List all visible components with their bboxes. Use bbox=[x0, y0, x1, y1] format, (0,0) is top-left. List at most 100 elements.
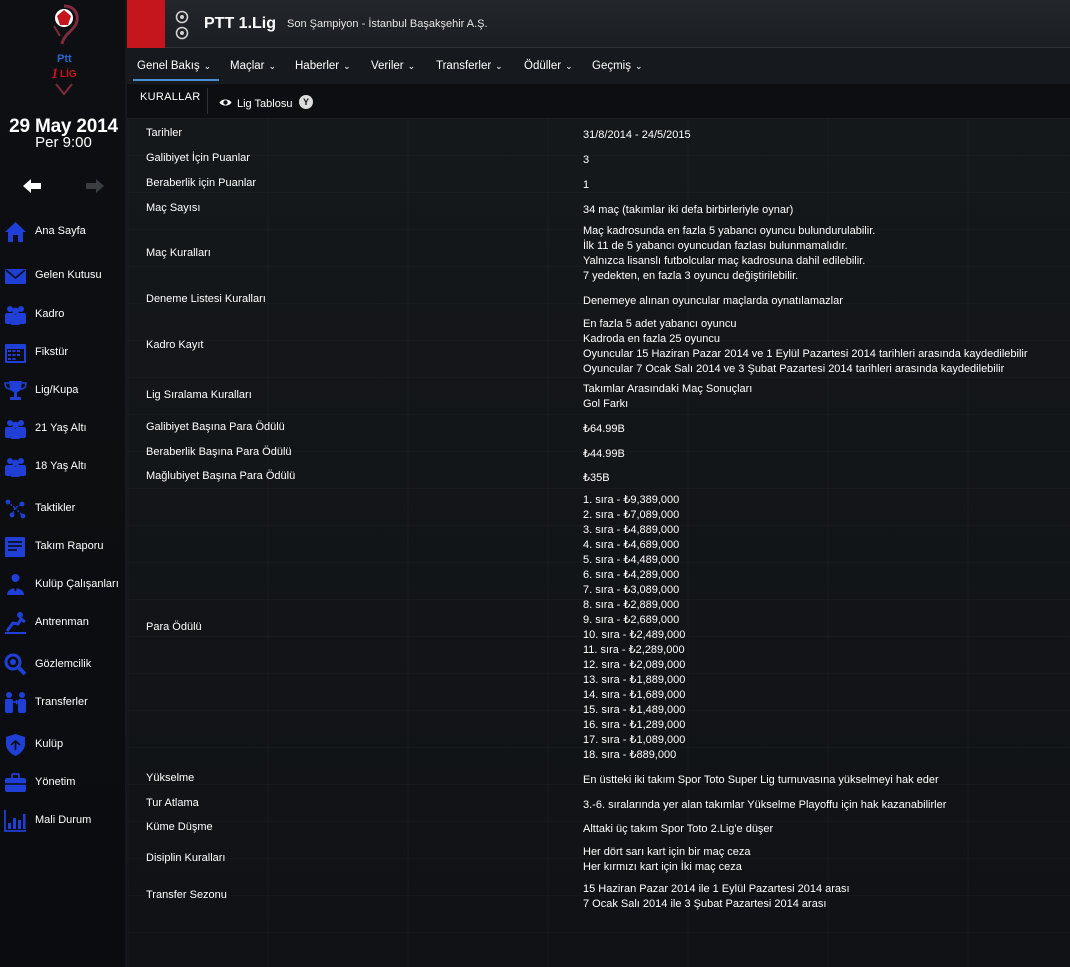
forward-arrow-icon[interactable] bbox=[85, 178, 105, 194]
chevron-down-icon: ⌄ bbox=[407, 61, 416, 71]
page-title: PTT 1.Lig bbox=[204, 15, 276, 32]
rule-label: Lig Sıralama Kuralları bbox=[146, 389, 252, 401]
rule-value-line: ₺44.99B bbox=[583, 448, 625, 460]
rule-value-line: 4. sıra - ₺4,689,000 bbox=[583, 539, 680, 551]
rule-value-line: Alttaki üç takım Spor Toto 2.Lig'e düşer bbox=[583, 823, 774, 835]
menu-item[interactable]: Haberler ⌄ bbox=[295, 60, 351, 72]
rule-label: Küme Düşme bbox=[146, 821, 213, 833]
rule-value-line: 5. sıra - ₺4,489,000 bbox=[583, 554, 680, 566]
rule-value: En üstteki iki takım Spor Toto Super Lig… bbox=[583, 773, 939, 788]
rule-value-line: Takımlar Arasındaki Maç Sonuçları bbox=[583, 383, 753, 395]
sidebar-item[interactable]: Kulüp bbox=[0, 730, 127, 760]
rule-value-line: 1. sıra - ₺9,389,000 bbox=[583, 494, 680, 506]
sidebar-item[interactable]: Antrenman bbox=[0, 608, 127, 638]
chevron-down-icon: ⌄ bbox=[565, 61, 573, 71]
rule-label: Tur Atlama bbox=[146, 797, 199, 809]
rule-value-line: 3 bbox=[583, 154, 590, 166]
sidebar-item[interactable]: Transferler bbox=[0, 688, 127, 718]
sidebar-item-label: Ana Sayfa bbox=[35, 225, 86, 237]
rule-value-line: Gol Farkı bbox=[583, 398, 629, 410]
menu-item-label: Haberler bbox=[295, 60, 340, 72]
sidebar-item-label: Lig/Kupa bbox=[35, 384, 79, 396]
sidebar-item[interactable]: Kadro bbox=[0, 300, 127, 330]
home-icon bbox=[5, 222, 26, 242]
rule-value-line: Denemeye alınan oyuncular maçlarda oynat… bbox=[583, 295, 843, 307]
rule-value-line: Yalnızca lisanslı futbolcular maç kadros… bbox=[583, 255, 866, 267]
sidebar-item[interactable]: Ana Sayfa bbox=[0, 217, 127, 247]
sidebar-item[interactable]: Fikstür bbox=[0, 338, 127, 368]
rule-value-line: Her dört sarı kart için bir maç ceza bbox=[583, 846, 751, 858]
tab-league-table[interactable]: Lig Tablosu bbox=[237, 98, 292, 110]
sidebar-item[interactable]: Takım Raporu bbox=[0, 532, 127, 562]
rule-value: Alttaki üç takım Spor Toto 2.Lig'e düşer bbox=[583, 822, 773, 837]
tab-divider bbox=[207, 88, 208, 114]
menu-item-label: Ödüller bbox=[524, 60, 562, 72]
menu-item-label: Maçlar bbox=[230, 60, 265, 72]
rule-value-line: 7 Ocak Salı 2014 ile 3 Şubat Pazartesi 2… bbox=[583, 898, 827, 910]
rule-value-line: 12. sıra - ₺2,089,000 bbox=[583, 659, 686, 671]
rule-value: ₺64.99B bbox=[583, 422, 625, 437]
back-arrow-icon[interactable] bbox=[22, 178, 42, 194]
rule-value-line: 7 yedekten, en fazla 3 oyuncu değiştiril… bbox=[583, 270, 799, 282]
settings-circle-icon[interactable] bbox=[175, 10, 189, 24]
rules-panel: Tarihler 31/8/2014 - 24/5/2015 Galibiyet İ… bbox=[127, 118, 1070, 967]
rule-value-line: 13. sıra - ₺1,889,000 bbox=[583, 674, 686, 686]
tab-rules[interactable]: KURALLAR bbox=[140, 91, 200, 103]
rule-label: Disiplin Kuralları bbox=[146, 852, 226, 864]
menu-item[interactable]: Genel Bakış ⌄ bbox=[137, 60, 211, 72]
sidebar-item-label: 21 Yaş Altı bbox=[35, 422, 87, 434]
rule-value: En fazla 5 adet yabancı oyuncu Kadroda en… bbox=[583, 317, 1028, 377]
sidebar-item-label: Transferler bbox=[35, 696, 88, 708]
rule-value-line: 6. sıra - ₺4,289,000 bbox=[583, 569, 680, 581]
rule-value-line: 15. sıra - ₺1,489,000 bbox=[583, 704, 686, 716]
rule-label: Tarihler bbox=[146, 127, 183, 139]
sidebar-item[interactable]: Taktikler bbox=[0, 494, 127, 524]
sidebar-item[interactable]: Kulüp Çalışanları bbox=[0, 570, 127, 600]
sidebar-item-label: Taktikler bbox=[35, 502, 76, 514]
rule-value: ₺35B bbox=[583, 471, 610, 486]
rule-label: Galibiyet İçin Puanlar bbox=[146, 152, 250, 164]
sidebar-item-label: Gözlemcilik bbox=[35, 658, 92, 670]
y-button-icon[interactable]: Y bbox=[299, 95, 313, 109]
rule-value-line: 7. sıra - ₺3,089,000 bbox=[583, 584, 680, 596]
club-icon bbox=[6, 734, 25, 756]
rule-value-line: Maç kadrosunda en fazla 5 yabancı oyuncu… bbox=[583, 225, 876, 237]
sidebar-item-label: Gelen Kutusu bbox=[35, 269, 102, 281]
rule-label: Beraberlik Başına Para Ödülü bbox=[146, 446, 292, 458]
menu-item[interactable]: Geçmiş ⌄ bbox=[592, 60, 643, 72]
inbox-icon bbox=[5, 269, 26, 284]
menu-item-label: Transferler bbox=[436, 60, 492, 72]
menu-item[interactable]: Transferler ⌄ bbox=[436, 60, 503, 72]
options-circle-icon[interactable] bbox=[175, 26, 189, 40]
rule-value-line: 34 maç (takımlar iki defa birbirleriyle … bbox=[583, 204, 794, 216]
menu-item[interactable]: Maçlar ⌄ bbox=[230, 60, 276, 72]
sidebar-item[interactable]: 21 Yaş Altı bbox=[0, 414, 127, 444]
logo-num-text: 1 bbox=[51, 66, 59, 82]
main-menu: Genel Bakış ⌄ Maçlar ⌄ Haberler ⌄ Veriler ⌄ Tran… bbox=[127, 48, 1070, 84]
sidebar-item[interactable]: 18 Yaş Altı bbox=[0, 452, 127, 482]
logo-lig-text: LİG bbox=[60, 67, 77, 80]
sidebar-item[interactable]: Mali Durum bbox=[0, 806, 127, 836]
training-icon bbox=[5, 612, 26, 634]
chevron-down-icon: ⌄ bbox=[634, 61, 643, 71]
trophy-icon bbox=[4, 381, 27, 400]
menu-item[interactable]: Veriler ⌄ bbox=[371, 60, 415, 72]
rule-value-line: İlk 11 de 5 yabancı oyuncudan fazlası bu… bbox=[583, 240, 848, 252]
sidebar-item-label: Fikstür bbox=[35, 346, 68, 358]
sidebar-item[interactable]: Lig/Kupa bbox=[0, 376, 127, 406]
u18-squad-icon bbox=[5, 458, 26, 477]
rule-label: Deneme Listesi Kuralları bbox=[146, 293, 266, 305]
rule-value: 3.-6. sıralarında yer alan takımlar Yüks… bbox=[583, 798, 946, 813]
rule-value-line: Kadroda en fazla 25 oyuncu bbox=[583, 333, 720, 345]
sidebar-item[interactable]: Yönetim bbox=[0, 768, 127, 798]
sidebar-item[interactable]: Gözlemcilik bbox=[0, 650, 127, 680]
rule-label: Beraberlik için Puanlar bbox=[146, 177, 257, 189]
rule-value-line: 18. sıra - ₺889,000 bbox=[583, 749, 677, 761]
calendar-icon bbox=[5, 344, 26, 363]
sidebar-item[interactable]: Gelen Kutusu bbox=[0, 261, 127, 291]
rule-value-line: 3. sıra - ₺4,889,000 bbox=[583, 524, 680, 536]
rule-label: Yükselme bbox=[146, 772, 195, 784]
menu-item[interactable]: Ödüller ⌄ bbox=[524, 60, 573, 72]
page-subtitle: Son Şampiyon - İstanbul Başakşehir A.Ş. bbox=[287, 18, 488, 30]
rule-value: 1. sıra - ₺9,389,000 2. sıra - ₺7,089,000… bbox=[583, 493, 685, 763]
